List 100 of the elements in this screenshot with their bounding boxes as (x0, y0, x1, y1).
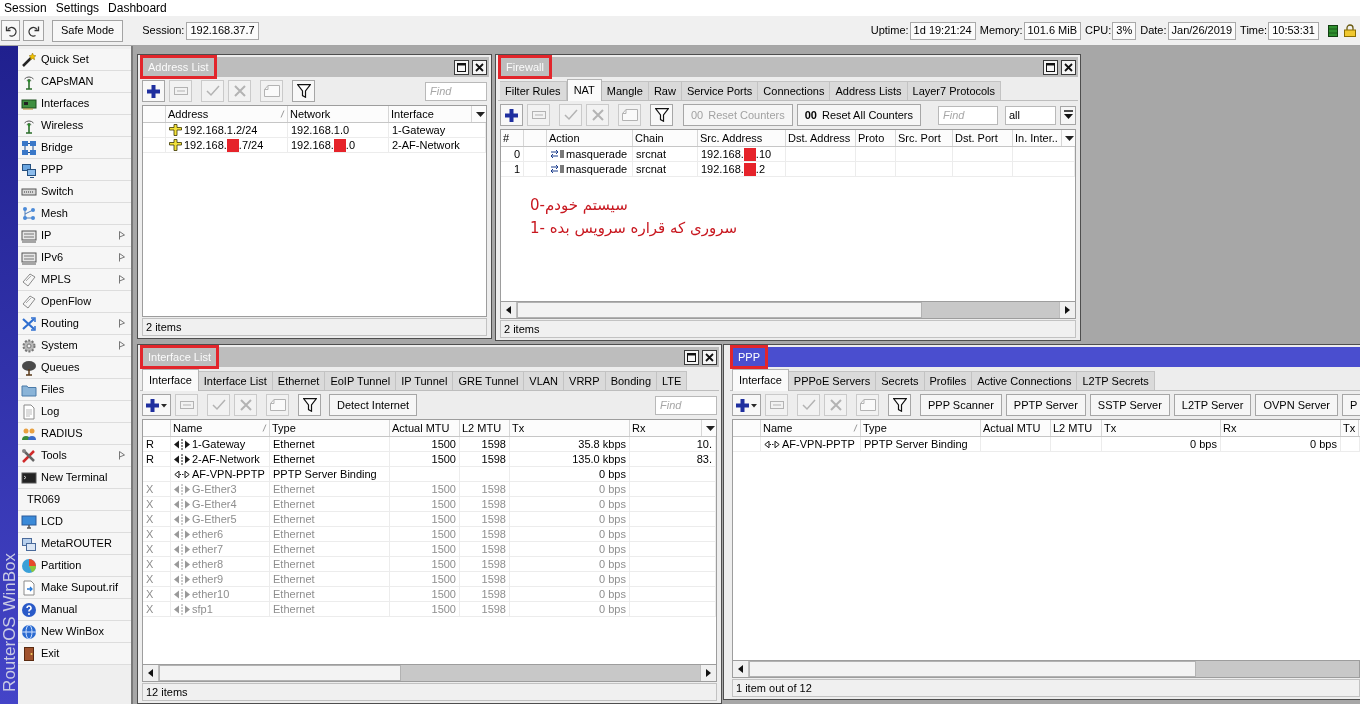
sidebar-item[interactable]: PPP (18, 159, 131, 181)
toolbar-button[interactable]: OVPN Server (1255, 394, 1339, 416)
tab[interactable]: Bonding (605, 371, 657, 390)
dropdown-button[interactable] (1060, 105, 1076, 125)
column-header[interactable]: Rx (1221, 420, 1341, 436)
column-header[interactable]: Name (761, 420, 861, 436)
tab[interactable]: EoIP Tunnel (325, 371, 397, 390)
column-header[interactable]: Interface (389, 106, 472, 122)
toolbar-button[interactable]: P (1342, 394, 1360, 416)
sidebar-item[interactable]: CAPsMAN (18, 71, 131, 93)
sidebar-item[interactable]: MPLS (18, 269, 131, 291)
tab[interactable]: Layer7 Protocols (907, 81, 1002, 100)
tab[interactable]: PPPoE Servers (788, 371, 877, 390)
add-button[interactable] (142, 394, 171, 416)
tab[interactable]: L2TP Secrets (1077, 371, 1155, 390)
add-button[interactable] (500, 104, 523, 126)
menu-item[interactable]: Dashboard (108, 2, 167, 14)
toolbar-button[interactable]: PPP Scanner (920, 394, 1002, 416)
column-header[interactable]: Actual MTU (981, 420, 1051, 436)
sidebar-item[interactable]: MetaROUTER (18, 533, 131, 555)
column-header[interactable]: L2 MTU (460, 420, 510, 436)
sidebar-item[interactable]: Switch (18, 181, 131, 203)
scrollbar-thumb[interactable] (517, 302, 922, 318)
column-header[interactable]: Src. Address (698, 130, 786, 146)
find-field[interactable]: Find (938, 105, 998, 125)
add-button[interactable] (732, 394, 761, 416)
maximize-button[interactable] (1043, 59, 1058, 75)
toolbar-button[interactable]: Detect Internet (329, 394, 418, 416)
tab[interactable]: Active Connections (972, 371, 1078, 390)
tab[interactable]: Interface List (198, 371, 273, 390)
close-button[interactable] (1061, 59, 1076, 75)
sidebar-item[interactable]: IPv6 (18, 247, 131, 269)
close-button[interactable] (702, 349, 717, 365)
column-header[interactable]: Actual MTU (390, 420, 460, 436)
left-arrow-icon[interactable] (738, 665, 743, 673)
column-header[interactable]: Rx (630, 420, 702, 436)
left-arrow-icon[interactable] (148, 669, 153, 677)
maximize-button[interactable] (454, 59, 469, 75)
tab[interactable]: Connections (758, 81, 831, 100)
sidebar-item[interactable]: Wireless (18, 115, 131, 137)
column-header[interactable]: Chain (633, 130, 698, 146)
tab[interactable]: Mangle (601, 81, 649, 100)
column-header[interactable]: Network (288, 106, 389, 122)
undo-button[interactable] (1, 20, 20, 41)
find-field[interactable]: Find (425, 81, 487, 101)
sidebar-item[interactable]: Interfaces (18, 93, 131, 115)
tab[interactable]: IP Tunnel (396, 371, 454, 390)
sidebar-item[interactable]: Quick Set (18, 49, 131, 71)
safe-mode-button[interactable]: Safe Mode (52, 19, 124, 42)
right-arrow-icon[interactable] (1065, 306, 1070, 314)
sidebar-item[interactable]: TR069 (18, 489, 131, 511)
tab[interactable]: LTE (657, 371, 688, 390)
column-header[interactable]: Tx (1102, 420, 1221, 436)
column-header[interactable]: Proto (856, 130, 896, 146)
tab[interactable]: NAT (566, 79, 602, 101)
toolbar-button[interactable]: SSTP Server (1089, 394, 1170, 416)
toolbar-button[interactable]: PPTP Server (1005, 394, 1086, 416)
column-header[interactable]: Name (171, 420, 270, 436)
sidebar-item[interactable]: Bridge (18, 137, 131, 159)
sidebar-item[interactable]: Files (18, 379, 131, 401)
column-header[interactable]: Tx (1341, 420, 1359, 436)
filter-button[interactable] (292, 80, 315, 102)
sidebar-item[interactable]: Tools (18, 445, 131, 467)
close-button[interactable] (472, 59, 487, 75)
column-header[interactable]: In. Inter.. (1013, 130, 1062, 146)
tab[interactable]: VRRP (564, 371, 606, 390)
tab[interactable]: Address Lists (830, 81, 908, 100)
left-arrow-icon[interactable] (506, 306, 511, 314)
find-field[interactable]: Find (655, 395, 717, 415)
scrollbar-thumb[interactable] (159, 665, 401, 681)
dropdown-arrow-icon[interactable] (705, 425, 715, 431)
tab[interactable]: Raw (648, 81, 682, 100)
sidebar-item[interactable]: Log (18, 401, 131, 423)
menu-item[interactable]: Session (4, 2, 47, 14)
tab[interactable]: Ethernet (272, 371, 326, 390)
column-header[interactable]: Type (861, 420, 981, 436)
toolbar-button[interactable]: L2TP Server (1173, 394, 1252, 416)
sidebar-item[interactable]: New WinBox (18, 621, 131, 643)
sidebar-item[interactable]: Mesh (18, 203, 131, 225)
scrollbar-thumb[interactable] (749, 661, 1196, 677)
column-header[interactable]: Address (166, 106, 288, 122)
horizontal-scrollbar[interactable] (500, 302, 1076, 319)
maximize-button[interactable] (684, 349, 699, 365)
sidebar-item[interactable]: LCD (18, 511, 131, 533)
filter-button[interactable] (888, 394, 911, 416)
tab[interactable]: VLAN (524, 371, 565, 390)
sidebar-item[interactable]: Make Supout.rif (18, 577, 131, 599)
sidebar-item[interactable]: Queues (18, 357, 131, 379)
sidebar-item[interactable]: RADIUS (18, 423, 131, 445)
column-header[interactable]: Dst. Port (953, 130, 1013, 146)
filter-select[interactable]: all (1005, 105, 1056, 125)
tab[interactable]: Secrets (876, 371, 925, 390)
tab[interactable]: Profiles (924, 371, 973, 390)
column-header[interactable]: Action (547, 130, 633, 146)
title-bar[interactable]: PPP (730, 347, 1360, 367)
horizontal-scrollbar[interactable] (732, 661, 1360, 678)
column-header[interactable]: Type (270, 420, 390, 436)
tab[interactable]: Interface (732, 369, 789, 391)
sidebar-item[interactable]: New Terminal (18, 467, 131, 489)
sidebar-item[interactable]: Exit (18, 643, 131, 665)
